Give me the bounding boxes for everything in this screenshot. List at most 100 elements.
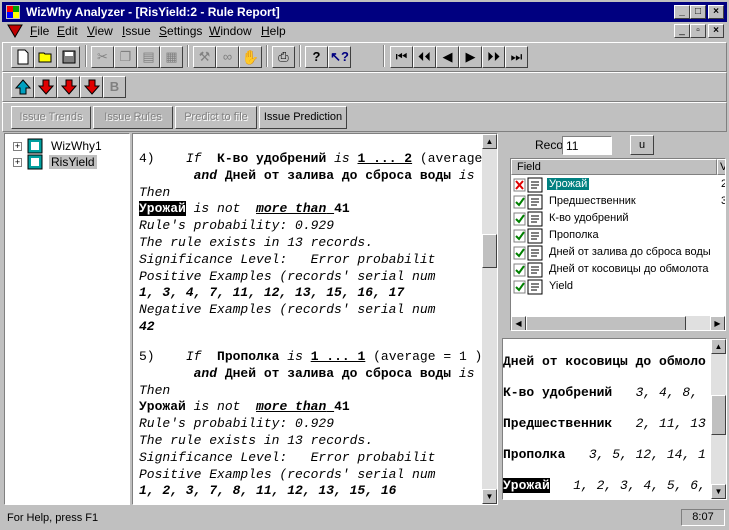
close-button[interactable]: × (708, 5, 724, 19)
field-list[interactable]: Field V Урожай 2 Предшественник 3 К-во удобр… (510, 158, 726, 331)
report-scrollbar[interactable]: ▲ ▼ (482, 134, 497, 504)
issue-rules-button[interactable]: Issue Rules (93, 106, 173, 129)
table-icon: ▦ (165, 49, 178, 64)
scroll-down-icon[interactable]: ▼ (482, 489, 497, 504)
value-field: К-во удобрений (503, 385, 613, 400)
tools-button[interactable]: ⚒ (193, 46, 216, 68)
h-scroll-thumb[interactable] (526, 316, 686, 330)
first-icon: ⏮ (395, 49, 408, 64)
child-minimize-button[interactable]: _ (674, 24, 690, 38)
database-icon (27, 154, 43, 170)
database-icon (27, 138, 43, 154)
child-close-button[interactable]: × (708, 24, 724, 38)
table-button[interactable]: ▦ (160, 46, 183, 68)
menu-settings[interactable]: Settings (159, 24, 202, 38)
checked-field-icon (513, 279, 543, 295)
scroll-thumb[interactable] (482, 234, 497, 268)
rule-5-condition: 5) If Прополка is 1 ... 1 (average = 1 ) (139, 349, 483, 364)
project-tree[interactable]: + WizWhy1 + RisYield (4, 133, 130, 505)
context-help-button[interactable]: ↖? (328, 46, 351, 68)
record-number-field[interactable]: 11 (562, 136, 612, 155)
update-record-button[interactable]: u (630, 135, 654, 155)
child-restore-button[interactable]: ▫ (690, 24, 706, 38)
value-scrollbar[interactable]: ▲ ▼ (711, 339, 726, 499)
predict-to-file-button[interactable]: Predict to file (175, 106, 257, 129)
value-column-header[interactable]: V (717, 159, 725, 175)
expand-icon[interactable]: + (13, 158, 22, 167)
last-record-button[interactable]: ⏭ (505, 46, 528, 68)
first-record-button[interactable]: ⏮ (390, 46, 413, 68)
open-folder-icon (38, 52, 51, 63)
value-nums: 3, 5, 12, 14, 1 (588, 447, 706, 462)
up-rule-button[interactable] (11, 76, 34, 98)
maximize-button[interactable]: □ (690, 5, 706, 19)
help-button[interactable]: ? (305, 46, 328, 68)
bold-button[interactable]: B (103, 76, 126, 98)
next-page-button[interactable]: ⏵⏵ (482, 46, 505, 68)
value-nums: 3, 4, 8, (635, 385, 699, 400)
scroll-up-icon[interactable]: ▲ (711, 339, 726, 354)
value-report[interactable]: Дней от косовицы до обмоло К-во удобрени… (502, 338, 727, 500)
menu-help[interactable]: Help (261, 24, 286, 38)
stop-button[interactable]: ✋ (239, 46, 262, 68)
rule-4-probability: Rule's probability: 0.929 (139, 218, 335, 233)
title-bar[interactable]: WizWhy Analyzer - [RisYield:2 - Rule Rep… (2, 2, 727, 22)
next-button[interactable]: ▶ (459, 46, 482, 68)
scroll-left-icon[interactable]: ◀ (511, 316, 526, 330)
print-button[interactable]: ⎙ (272, 46, 295, 68)
context-help-icon: ↖? (330, 49, 349, 64)
field-hscrollbar[interactable]: ◀ ▶ (511, 316, 725, 330)
tree-item-risyield[interactable]: + RisYield (5, 154, 125, 170)
rule-5-probability: Rule's probability: 0.929 (139, 416, 335, 431)
search-button[interactable]: ∞ (216, 46, 239, 68)
binoculars-icon: ∞ (222, 49, 233, 64)
rule-toolbar: B (2, 72, 727, 102)
scroll-right-icon[interactable]: ▶ (710, 316, 725, 330)
minimize-button[interactable]: _ (674, 5, 690, 19)
red-down-arrow-icon (60, 79, 77, 95)
menu-issue[interactable]: Issue (122, 24, 151, 38)
rule-number: 4) (139, 151, 155, 166)
document-icon[interactable] (6, 23, 24, 39)
expand-icon[interactable]: + (13, 142, 22, 151)
value-header-label: V (720, 161, 725, 173)
checked-field-icon (513, 194, 543, 210)
menu-window[interactable]: Window (209, 24, 252, 38)
tree-item-wizwhy1[interactable]: + WizWhy1 (5, 138, 125, 154)
tree-item-label: WizWhy1 (51, 139, 102, 153)
paste-button[interactable]: ▤ (137, 46, 160, 68)
value-line: Урожай 1, 2, 3, 4, 5, 6, (503, 478, 706, 493)
status-clock: 8:07 (681, 509, 725, 526)
menu-file[interactable]: File (30, 24, 49, 38)
cut-button[interactable]: ✂ (91, 46, 114, 68)
save-button[interactable] (57, 46, 80, 68)
standard-toolbar: ✂ ❐ ▤ ▦ ⚒ ∞ ✋ ⎙ ? ↖? ⏮ ⏴⏴ ◀ ▶ ⏵⏵ ⏭ (2, 42, 727, 72)
new-button[interactable] (11, 46, 34, 68)
help-icon: ? (312, 49, 321, 64)
down-rule-button-3[interactable] (80, 76, 103, 98)
copy-icon: ❐ (119, 49, 132, 64)
prev-page-button[interactable]: ⏴⏴ (413, 46, 436, 68)
issue-trends-button[interactable]: Issue Trends (11, 106, 91, 129)
down-rule-button-2[interactable] (57, 76, 80, 98)
prev-button[interactable]: ◀ (436, 46, 459, 68)
menu-view[interactable]: View (87, 24, 113, 38)
app-icon[interactable] (5, 4, 21, 20)
rule-5-significance: Significance Level: Error probabilit (139, 450, 436, 465)
window-title: WizWhy Analyzer - [RisYield:2 - Rule Rep… (26, 5, 280, 19)
field-label: Урожай (547, 178, 590, 190)
rule-5-condition-2: and Дней от залива до сброса воды is 1 (193, 366, 491, 381)
tools-icon: ⚒ (198, 49, 211, 64)
down-rule-button[interactable] (34, 76, 57, 98)
blue-up-arrow-icon (14, 79, 31, 95)
open-button[interactable] (34, 46, 57, 68)
scroll-thumb[interactable] (711, 395, 726, 435)
menu-edit[interactable]: Edit (57, 24, 78, 38)
issue-prediction-button[interactable]: Issue Prediction (259, 106, 347, 129)
scroll-up-icon[interactable]: ▲ (482, 134, 497, 149)
scroll-down-icon[interactable]: ▼ (711, 484, 726, 499)
rule-report[interactable]: 4) If К-во удобрений is 1 ... 2 (average… (132, 133, 498, 505)
field-label: Yield (549, 280, 574, 292)
copy-button[interactable]: ❐ (114, 46, 137, 68)
field-column-header[interactable]: Field (511, 159, 717, 175)
